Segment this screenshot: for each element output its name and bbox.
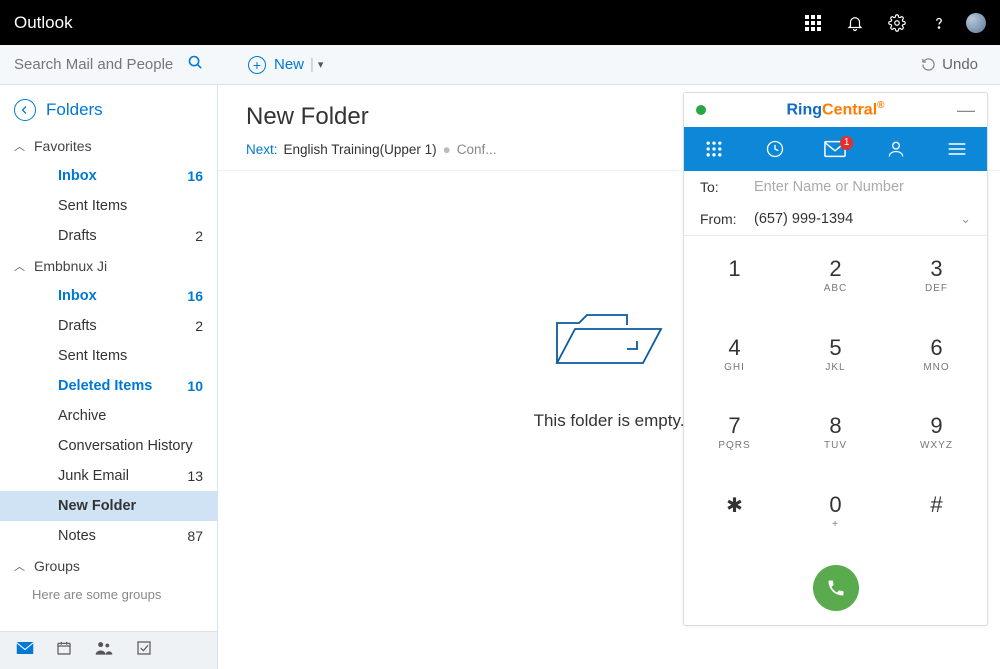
dial-key[interactable]: 8TUV bbox=[785, 394, 886, 473]
folder-item[interactable]: New Folder bbox=[0, 491, 217, 521]
to-input[interactable] bbox=[754, 179, 971, 195]
app-topbar: Outlook bbox=[0, 0, 1000, 45]
content-area: New Folder Filter ⌄ Next: English Traini… bbox=[218, 85, 1000, 669]
dial-key[interactable]: 7PQRS bbox=[684, 394, 785, 473]
undo-button[interactable]: Undo bbox=[921, 56, 978, 73]
notifications-icon[interactable] bbox=[834, 0, 876, 45]
contacts-tab-icon[interactable] bbox=[876, 139, 916, 159]
mail-icon[interactable] bbox=[16, 641, 34, 660]
ringcentral-logo: RingCentral® bbox=[684, 100, 987, 119]
folder-item[interactable]: Inbox16 bbox=[0, 281, 217, 311]
menu-icon[interactable] bbox=[937, 141, 977, 157]
people-icon[interactable] bbox=[94, 640, 114, 661]
caret-icon: ︿ bbox=[14, 558, 28, 574]
call-button[interactable] bbox=[813, 565, 859, 611]
calendar-icon[interactable] bbox=[56, 640, 72, 661]
dial-key[interactable]: 6MNO bbox=[886, 315, 987, 394]
folders-label: Folders bbox=[46, 100, 103, 120]
section-account[interactable]: ︿ Embbnux Ji bbox=[0, 251, 217, 281]
search-input[interactable] bbox=[14, 56, 174, 73]
rc-titlebar: RingCentral® — bbox=[684, 93, 987, 127]
settings-icon[interactable] bbox=[876, 0, 918, 45]
dial-key[interactable]: 9WXYZ bbox=[886, 394, 987, 473]
search-box[interactable] bbox=[0, 45, 218, 84]
app-title: Outlook bbox=[14, 13, 73, 33]
help-icon[interactable] bbox=[918, 0, 960, 45]
dial-key[interactable]: 3DEF bbox=[886, 236, 987, 315]
dial-key[interactable]: ✱ bbox=[684, 472, 785, 551]
from-input[interactable] bbox=[754, 211, 960, 227]
app-launcher-icon[interactable] bbox=[792, 0, 834, 45]
chevron-down-icon[interactable]: ▾ bbox=[318, 58, 324, 71]
chevron-down-icon[interactable]: ⌄ bbox=[960, 211, 971, 227]
folder-item[interactable]: Sent Items bbox=[0, 341, 217, 371]
empty-message: This folder is empty. bbox=[534, 411, 685, 431]
undo-label: Undo bbox=[942, 56, 978, 73]
search-icon[interactable] bbox=[187, 54, 204, 76]
empty-folder-icon bbox=[549, 301, 669, 371]
user-avatar[interactable] bbox=[966, 13, 986, 33]
folder-item[interactable]: Junk Email13 bbox=[0, 461, 217, 491]
tasks-icon[interactable] bbox=[136, 640, 152, 661]
folder-item[interactable]: Drafts2 bbox=[0, 221, 217, 251]
folder-item[interactable]: Drafts2 bbox=[0, 311, 217, 341]
bottom-rail bbox=[0, 631, 217, 669]
dial-key[interactable]: 0+ bbox=[785, 472, 886, 551]
folder-item[interactable]: Conversation History bbox=[0, 431, 217, 461]
new-button[interactable]: + New | ▾ bbox=[248, 56, 323, 74]
groups-note: Here are some groups bbox=[0, 581, 217, 608]
folder-item[interactable]: Archive bbox=[0, 401, 217, 431]
caret-icon: ︿ bbox=[14, 258, 28, 274]
folder-item[interactable]: Deleted Items10 bbox=[0, 371, 217, 401]
folder-title: New Folder bbox=[246, 103, 369, 131]
dialpad: 12ABC3DEF 4GHI5JKL6MNO 7PQRS8TUV9WXYZ ✱0+# bbox=[684, 236, 987, 551]
messages-tab-icon[interactable]: 1 bbox=[815, 140, 855, 158]
from-row[interactable]: From: ⌄ bbox=[684, 203, 987, 235]
new-label: New bbox=[274, 56, 304, 73]
rc-nav: 1 bbox=[684, 127, 987, 171]
dial-key[interactable]: 1 bbox=[684, 236, 785, 315]
folder-item[interactable]: Notes87 bbox=[0, 521, 217, 551]
toolbar: + New | ▾ Undo bbox=[0, 45, 1000, 85]
section-favorites[interactable]: ︿ Favorites bbox=[0, 131, 217, 161]
section-groups[interactable]: ︿ Groups bbox=[0, 551, 217, 581]
folder-item[interactable]: Sent Items bbox=[0, 191, 217, 221]
to-row: To: bbox=[684, 171, 987, 203]
dial-key[interactable]: # bbox=[886, 472, 987, 551]
dial-key[interactable]: 5JKL bbox=[785, 315, 886, 394]
dialpad-tab-icon[interactable] bbox=[694, 139, 734, 159]
history-tab-icon[interactable] bbox=[755, 139, 795, 159]
dial-key[interactable]: 4GHI bbox=[684, 315, 785, 394]
messages-badge: 1 bbox=[840, 136, 854, 150]
dial-key[interactable]: 2ABC bbox=[785, 236, 886, 315]
ringcentral-panel: RingCentral® — 1 bbox=[683, 92, 988, 626]
folders-header[interactable]: Folders bbox=[0, 85, 217, 131]
folder-item[interactable]: Inbox16 bbox=[0, 161, 217, 191]
plus-icon: + bbox=[248, 56, 266, 74]
back-icon[interactable] bbox=[14, 99, 36, 121]
caret-icon: ︿ bbox=[14, 138, 28, 154]
sidebar: Folders ︿ Favorites Inbox16Sent ItemsDra… bbox=[0, 85, 218, 669]
